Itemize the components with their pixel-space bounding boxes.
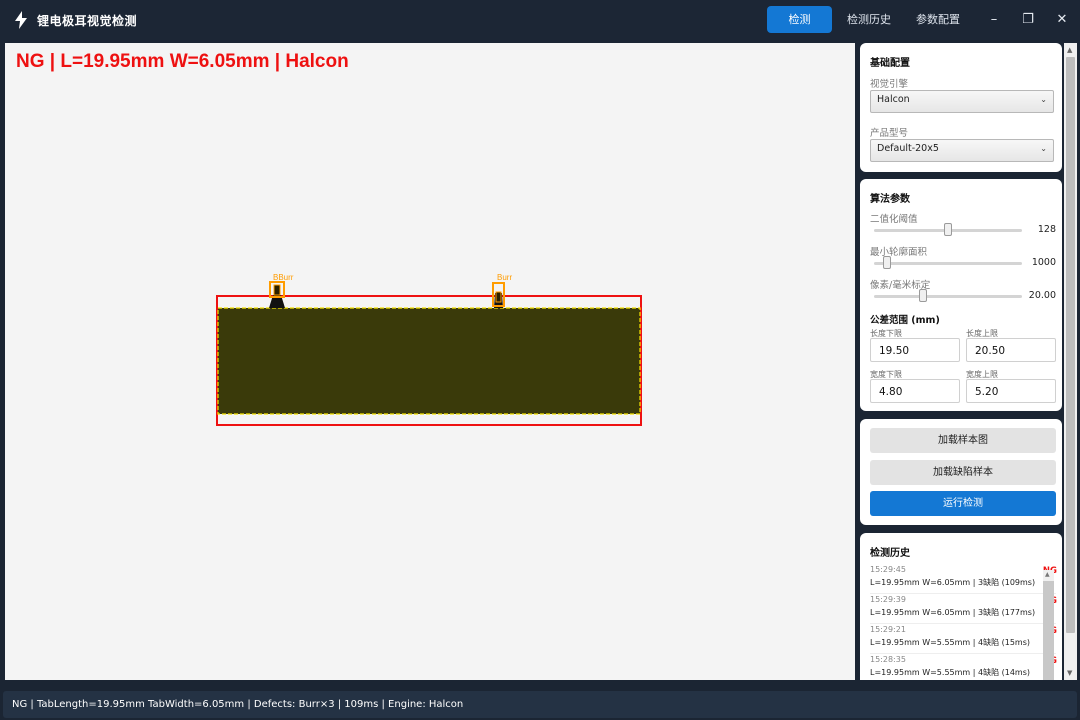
close-icon: ✕	[1056, 12, 1068, 27]
history-item[interactable]: 15:29:39 L=19.95mm W=6.05mm | 3缺陷 (177ms…	[870, 593, 1057, 624]
tab-body	[218, 308, 640, 414]
status-bar: NG | TabLength=19.95mm TabWidth=6.05mm |…	[3, 691, 1077, 718]
app-title: 锂电极耳视觉检测	[37, 14, 138, 28]
calibration-slider-row: 20.00	[870, 288, 1060, 304]
min-area-slider-row: 1000	[870, 255, 1060, 271]
algo-params-card: 算法参数 二值化阈值 128 最小轮廓面积 1000 像素/毫米标定 20.00…	[860, 179, 1062, 411]
history-detail: L=19.95mm W=6.05mm | 3缺陷 (109ms)	[870, 578, 1036, 587]
history-time: 15:29:21	[870, 625, 906, 634]
algo-params-title: 算法参数	[870, 194, 910, 205]
wid-max-input[interactable]: 5.20	[966, 379, 1056, 403]
actions-card: 加载样本图 加载缺陷样本 运行检测	[860, 419, 1062, 525]
tab-detect[interactable]: 检测	[767, 6, 832, 33]
chevron-down-icon: ⌄	[1040, 95, 1047, 104]
chevron-down-icon: ⌄	[1040, 144, 1047, 153]
sidebar-scrollbar[interactable]: ▲ ▼	[1064, 43, 1077, 680]
engine-label: 视觉引擎	[870, 79, 909, 90]
inspection-overlay: BBurr Burr	[216, 273, 642, 426]
title-bar: 锂电极耳视觉检测 检测 检测历史 参数配置 – ❐ ✕	[0, 0, 1080, 40]
basic-config-card: 基础配置 视觉引擎 Halcon ⌄ 产品型号 Default-20x5 ⌄	[860, 43, 1062, 172]
min-area-slider-thumb[interactable]	[883, 256, 892, 269]
len-min-input[interactable]: 19.50	[870, 338, 960, 362]
minimize-button[interactable]: –	[982, 8, 1006, 32]
tab-history[interactable]: 检测历史	[842, 6, 896, 33]
threshold-slider-thumb[interactable]	[944, 223, 952, 236]
history-card: 检测历史 15:29:45 L=19.95mm W=6.05mm | 3缺陷 (…	[860, 533, 1062, 680]
threshold-slider-row: 128	[870, 222, 1060, 238]
history-item[interactable]: 15:29:45 L=19.95mm W=6.05mm | 3缺陷 (109ms…	[870, 563, 1057, 594]
history-item[interactable]: 15:29:21 L=19.95mm W=5.55mm | 4缺陷 (15ms)…	[870, 623, 1057, 654]
defect-label-1: BBurr	[273, 273, 294, 282]
model-label: 产品型号	[870, 128, 909, 139]
min-area-slider-track[interactable]	[874, 262, 1022, 265]
image-canvas[interactable]: NG | L=19.95mm W=6.05mm | Halcon BBurr B…	[5, 43, 855, 680]
lightning-icon	[15, 11, 27, 29]
minimize-icon: –	[990, 12, 998, 27]
load-sample-button[interactable]: 加载样本图	[870, 428, 1056, 453]
sidebar-scrollbar-thumb[interactable]	[1066, 57, 1075, 633]
maximize-button[interactable]: ❐	[1016, 8, 1040, 32]
calibration-value: 20.00	[1028, 290, 1056, 301]
engine-select[interactable]: Halcon ⌄	[870, 90, 1054, 113]
history-item[interactable]: 15:28:35 L=19.95mm W=5.55mm | 4缺陷 (14ms)…	[870, 653, 1057, 680]
history-time: 15:29:45	[870, 565, 906, 574]
settings-sidebar: 基础配置 视觉引擎 Halcon ⌄ 产品型号 Default-20x5 ⌄ 算…	[858, 40, 1076, 680]
maximize-icon: ❐	[1022, 12, 1034, 27]
len-max-input[interactable]: 20.50	[966, 338, 1056, 362]
tab-params[interactable]: 参数配置	[911, 6, 965, 33]
run-detection-button[interactable]: 运行检测	[870, 491, 1056, 516]
model-select-value: Default-20x5	[877, 143, 939, 154]
history-detail: L=19.95mm W=6.05mm | 3缺陷 (177ms)	[870, 608, 1036, 617]
scroll-up-arrow-icon[interactable]: ▲	[1045, 571, 1050, 578]
engine-select-value: Halcon	[877, 94, 910, 105]
scroll-down-arrow-icon[interactable]: ▼	[1067, 669, 1072, 677]
basic-config-title: 基础配置	[870, 58, 910, 69]
scroll-up-arrow-icon[interactable]: ▲	[1067, 46, 1072, 54]
load-defect-sample-button[interactable]: 加载缺陷样本	[870, 460, 1056, 485]
model-select[interactable]: Default-20x5 ⌄	[870, 139, 1054, 162]
history-scrollbar-thumb[interactable]	[1043, 581, 1054, 680]
history-title: 检测历史	[870, 548, 910, 559]
history-detail: L=19.95mm W=5.55mm | 4缺陷 (15ms)	[870, 638, 1030, 647]
defect-label-2: Burr	[497, 273, 512, 282]
defect-box-1b	[273, 284, 281, 296]
tolerance-title: 公差范围 (mm)	[870, 315, 940, 326]
history-detail: L=19.95mm W=5.55mm | 4缺陷 (14ms)	[870, 668, 1030, 677]
status-text: NG | TabLength=19.95mm TabWidth=6.05mm |…	[12, 699, 464, 710]
close-button[interactable]: ✕	[1050, 8, 1074, 32]
history-scrollbar[interactable]: ▲	[1043, 570, 1054, 680]
threshold-value: 128	[1037, 224, 1056, 235]
history-time: 15:28:35	[870, 655, 906, 664]
calibration-slider-thumb[interactable]	[918, 289, 927, 302]
defect-box-2b	[495, 291, 502, 303]
wid-min-input[interactable]: 4.80	[870, 379, 960, 403]
history-time: 15:29:39	[870, 595, 906, 604]
min-area-value: 1000	[1031, 257, 1056, 268]
calibration-slider-track[interactable]	[874, 295, 1022, 298]
